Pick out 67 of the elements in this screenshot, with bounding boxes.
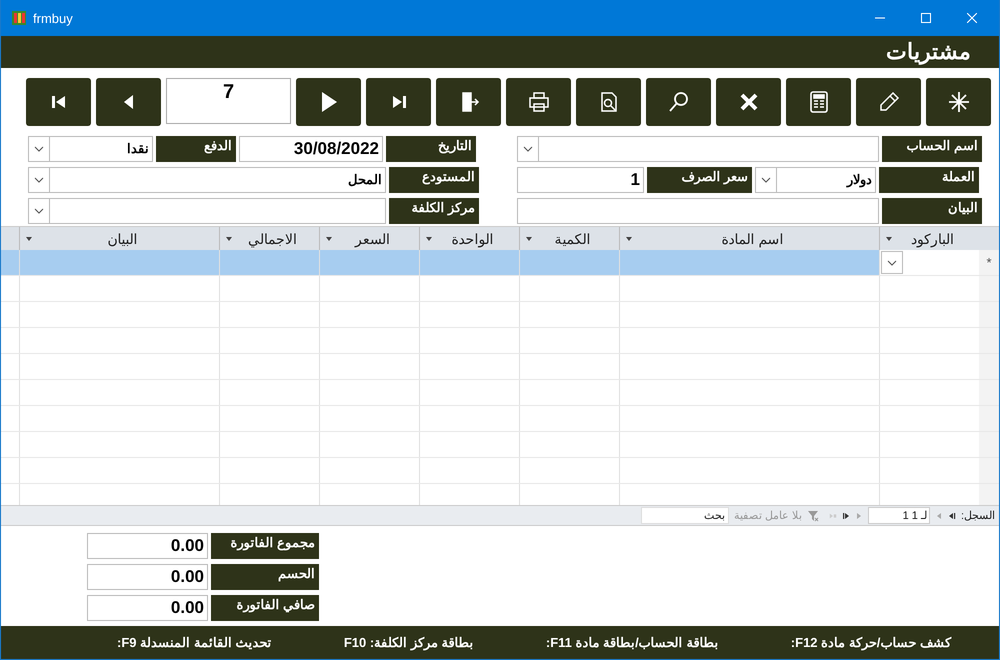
total-label: الحسم bbox=[211, 564, 319, 590]
printer-icon bbox=[526, 90, 550, 114]
first-record-icon[interactable] bbox=[948, 512, 956, 520]
field-label: الدفع bbox=[156, 136, 236, 162]
search-field[interactable]: بحث bbox=[640, 507, 729, 524]
barcode-dropdown[interactable] bbox=[881, 251, 903, 274]
shortcut-hint: كشف حساب/حركة مادة F12: bbox=[790, 635, 951, 650]
warehouse-dropdown[interactable]: المحل bbox=[28, 167, 386, 193]
shortcut-hint: بطاقة مركز الكلفة: F10 bbox=[344, 635, 474, 650]
total-field: 0.00 bbox=[87, 595, 208, 621]
close-icon[interactable] bbox=[967, 13, 977, 23]
new-row-marker: * bbox=[979, 250, 999, 275]
caret-icon bbox=[326, 236, 332, 240]
chevron-down-icon bbox=[34, 146, 44, 152]
print-button[interactable] bbox=[506, 78, 571, 126]
field-label: مركز الكلفة bbox=[389, 198, 479, 224]
caret-icon bbox=[26, 236, 32, 240]
star-icon bbox=[946, 90, 970, 114]
chevron-down-icon bbox=[887, 260, 897, 266]
field-label: التاريخ bbox=[386, 136, 476, 162]
shortcut-hint: بطاقة الحساب/بطاقة مادة F11: bbox=[546, 635, 718, 650]
search-button[interactable] bbox=[646, 78, 711, 126]
record-label: السجل: bbox=[960, 509, 995, 522]
search-icon bbox=[666, 90, 690, 114]
new-row[interactable]: * bbox=[1, 250, 999, 276]
total-field: 0.00 bbox=[87, 533, 208, 559]
currency-dropdown[interactable]: دولار bbox=[755, 167, 876, 193]
new-button[interactable] bbox=[926, 78, 991, 126]
description-field[interactable] bbox=[517, 198, 879, 224]
caret-icon bbox=[226, 236, 232, 240]
caret-icon bbox=[626, 236, 632, 240]
field-label: المستودع bbox=[389, 167, 479, 193]
filter-icon[interactable] bbox=[806, 510, 819, 522]
next-button[interactable] bbox=[296, 78, 361, 126]
app-icon bbox=[11, 10, 27, 26]
total-label: مجموع الفاتورة bbox=[211, 533, 319, 559]
last-record-icon[interactable] bbox=[842, 512, 850, 520]
maximize-icon[interactable] bbox=[921, 13, 931, 23]
caret-icon bbox=[526, 236, 532, 240]
chevron-down-icon bbox=[34, 208, 44, 214]
first-button[interactable] bbox=[26, 78, 91, 126]
field-label: البيان bbox=[882, 198, 982, 224]
delete-button[interactable] bbox=[716, 78, 781, 126]
record-position-field[interactable]: 1 لـ 1 bbox=[868, 507, 930, 524]
prev-button[interactable] bbox=[96, 78, 161, 126]
record-number-field[interactable]: 7 bbox=[166, 78, 291, 124]
edit-button[interactable] bbox=[856, 78, 921, 126]
chevron-down-icon bbox=[34, 177, 44, 183]
last-button[interactable] bbox=[366, 78, 431, 126]
exit-button[interactable] bbox=[436, 78, 501, 126]
field-label: اسم الحساب bbox=[882, 136, 982, 162]
shortcut-hint: تحديث القائمة المنسدلة F9: bbox=[117, 635, 272, 650]
window-title: frmbuy bbox=[33, 10, 74, 26]
date-field[interactable]: 30/08/2022 bbox=[239, 136, 383, 162]
form-button[interactable] bbox=[786, 78, 851, 126]
form-title: مشتريات bbox=[886, 39, 971, 65]
total-field: 0.00 bbox=[87, 564, 208, 590]
preview-button[interactable] bbox=[576, 78, 641, 126]
field-label: سعر الصرف bbox=[647, 167, 752, 193]
total-label: صافي الفاتورة bbox=[211, 595, 319, 621]
chevron-down-icon bbox=[523, 146, 533, 152]
caret-icon bbox=[886, 236, 892, 240]
exchange-rate-field[interactable]: 1 bbox=[517, 167, 644, 193]
chevron-down-icon bbox=[761, 177, 771, 183]
caret-icon bbox=[426, 236, 432, 240]
payment-dropdown[interactable]: نقدا bbox=[28, 136, 153, 162]
field-label: العملة bbox=[879, 167, 979, 193]
